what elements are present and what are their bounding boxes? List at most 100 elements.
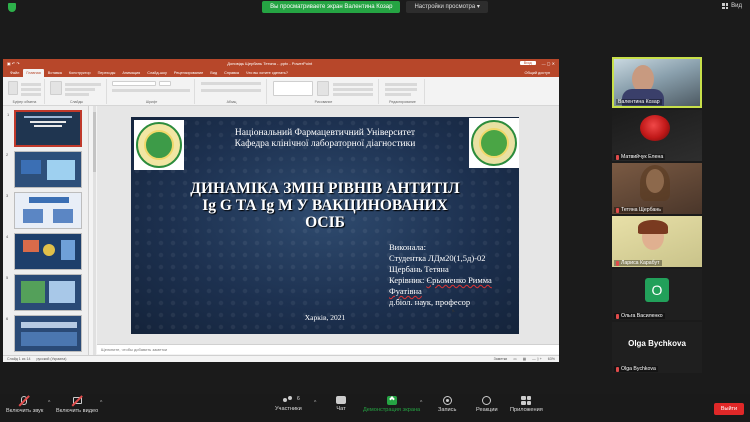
ribbon-group-font: Шрифт: [109, 79, 195, 104]
ppt-tab-slideshow[interactable]: Слайд-шоу: [144, 69, 170, 77]
ppt-share-button[interactable]: Общий доступ: [521, 69, 553, 77]
ribbon-group-drawing: Рисование: [269, 79, 379, 104]
shapes-gallery[interactable]: [273, 81, 313, 96]
chat-button[interactable]: Чат: [336, 396, 346, 412]
participant-name: Ольга Василенко: [614, 313, 665, 319]
slide-thumbnail[interactable]: 1: [7, 110, 82, 147]
ppt-quick-access: ▣ ↶ ↷: [7, 60, 20, 66]
ppt-tab-file[interactable]: Файл: [7, 69, 22, 77]
participant-name-text: Матвийчук Елена: [621, 154, 664, 160]
view-sorter-icon[interactable]: ▦: [523, 357, 526, 361]
ppt-tab-insert[interactable]: Вставка: [45, 69, 65, 77]
ppt-window-controls[interactable]: — ▢ ✕: [542, 61, 555, 66]
participants-options-caret[interactable]: ^: [314, 400, 316, 406]
participant-name: Матвийчук Елена: [614, 154, 666, 160]
slide-thumbnails-pane: 1 2 3 4 5 6: [3, 106, 89, 355]
slide-title-line3: ОСІБ: [305, 214, 345, 231]
view-options-button[interactable]: Настройки просмотра ▾: [406, 1, 488, 13]
supervisor-name2: Фуатівна: [389, 286, 422, 296]
ppt-tab-view[interactable]: Вид: [207, 69, 220, 77]
ppt-status-bar: Слайд 1 из 14 русский (Украина) Заметки …: [3, 355, 559, 362]
participant-tile[interactable]: Лариса Карабут: [612, 216, 702, 267]
audio-options-caret[interactable]: ^: [48, 400, 50, 406]
ribbon-group-label: Буфер обмена: [12, 100, 37, 104]
ppt-tab-animations[interactable]: Анимация: [119, 69, 143, 77]
muted-mic-icon: [616, 313, 619, 319]
slide-thumbnail[interactable]: 2: [6, 151, 82, 188]
participant-tile[interactable]: Валентина Козар: [612, 57, 702, 108]
meeting-toolbar: Включить звук ^ Включить видео ^ Участни…: [0, 394, 750, 422]
ribbon-group-label: Шрифт: [145, 100, 158, 104]
participants-count: 6: [297, 396, 300, 402]
participant-name-text: Ольга Василенко: [621, 313, 663, 319]
chevron-down-icon: ▾: [476, 4, 480, 10]
share-screen-button[interactable]: Демонстрация экрана: [363, 396, 420, 413]
font-size-select[interactable]: [159, 81, 171, 86]
ribbon-group-label: Слайды: [69, 100, 84, 104]
sharing-notice: Вы просматриваете экран Валентина Козар: [262, 1, 401, 13]
ppt-title-bar: ▣ ↶ ↷ Доповідь Щербань Тетяна - .pptx - …: [3, 59, 559, 67]
grid-view-icon: [722, 3, 729, 9]
view-button[interactable]: Вид: [722, 3, 742, 9]
student-name: Щербань Тетяна: [389, 264, 449, 274]
ribbon-group-editing: Редактирование: [381, 79, 425, 104]
apps-button[interactable]: Приложения: [510, 396, 543, 413]
thumbnails-scrollbar[interactable]: [93, 106, 96, 355]
view-options-label: Настройки просмотра: [414, 4, 476, 10]
performed-label: Виконала:: [389, 242, 426, 252]
participant-tile[interactable]: O Ольга Василенко: [612, 269, 702, 320]
new-slide-button[interactable]: [50, 81, 62, 95]
status-slide-count: Слайд 1 из 14: [7, 357, 31, 361]
notes-pane[interactable]: Щелкните, чтобы добавить заметки: [97, 344, 559, 354]
ppt-tab-design[interactable]: Конструктор: [66, 69, 94, 77]
security-shield-icon[interactable]: [8, 3, 16, 12]
zoom-slider[interactable]: — ▯ +: [532, 357, 542, 361]
status-zoom[interactable]: 63%: [548, 357, 555, 361]
rose-image: [640, 115, 670, 141]
slide-thumbnail[interactable]: 6: [6, 315, 82, 352]
slide-number: 5: [6, 275, 9, 280]
ppt-tab-home[interactable]: Главная: [23, 69, 44, 77]
share-options-caret[interactable]: ^: [420, 400, 422, 406]
participant-name-text: Olga Bychkova: [621, 366, 656, 372]
slide-number: 4: [6, 234, 9, 239]
record-button[interactable]: Запись: [438, 396, 456, 413]
participant-display-name: Olga Bychkova: [628, 339, 686, 348]
view-normal-icon[interactable]: ▭: [513, 357, 516, 361]
participant-name: Olga Bychkova: [614, 366, 658, 372]
muted-mic-icon: [616, 154, 619, 160]
apps-icon: [521, 396, 532, 405]
participant-tile[interactable]: Матвийчук Елена: [612, 110, 702, 161]
status-notes-button[interactable]: Заметки: [494, 357, 508, 361]
ppt-tab-review[interactable]: Рецензирование: [171, 69, 206, 77]
reactions-button[interactable]: Реакции: [476, 396, 498, 413]
muted-mic-icon: [616, 260, 619, 266]
ppt-ribbon-tabs: Файл Главная Вставка Конструктор Переход…: [3, 67, 559, 77]
video-off-icon: [71, 395, 83, 407]
slide-university: Національний Фармацевтичний Університет: [234, 128, 416, 138]
paste-button[interactable]: [8, 81, 18, 95]
slide-thumbnail[interactable]: 4: [6, 233, 82, 270]
ribbon-group-paragraph: Абзац: [197, 79, 267, 104]
participant-hair: [638, 220, 668, 234]
start-video-button[interactable]: Включить видео: [56, 395, 98, 414]
participant-name: Валентина Козар: [616, 99, 662, 105]
arrange-button[interactable]: [317, 81, 329, 96]
muted-mic-icon: [18, 395, 30, 407]
participant-tile[interactable]: Olga Bychkova Olga Bychkova: [612, 322, 702, 373]
leave-button[interactable]: Выйти: [714, 403, 744, 415]
muted-mic-icon: [616, 366, 619, 372]
video-options-caret[interactable]: ^: [100, 400, 102, 406]
participant-tile[interactable]: Тетяна Щербань: [612, 163, 702, 214]
ppt-tell-me[interactable]: Что вы хотите сделать?: [243, 69, 291, 77]
slide-author-info: Виконала: Студентка ЛДм20(1,5д)-02 Щерба…: [389, 242, 492, 308]
unmute-button[interactable]: Включить звук: [6, 395, 43, 414]
ppt-sign-in-button[interactable]: Вход: [519, 61, 536, 65]
ppt-tab-transitions[interactable]: Переходы: [95, 69, 119, 77]
share-screen-label: Демонстрация экрана: [363, 407, 421, 413]
font-name-select[interactable]: [112, 81, 156, 86]
slide-thumbnail[interactable]: 3: [6, 192, 82, 229]
participant-name: Лариса Карабут: [614, 260, 662, 266]
ppt-tab-help[interactable]: Справка: [221, 69, 242, 77]
slide-thumbnail[interactable]: 5: [6, 274, 82, 311]
